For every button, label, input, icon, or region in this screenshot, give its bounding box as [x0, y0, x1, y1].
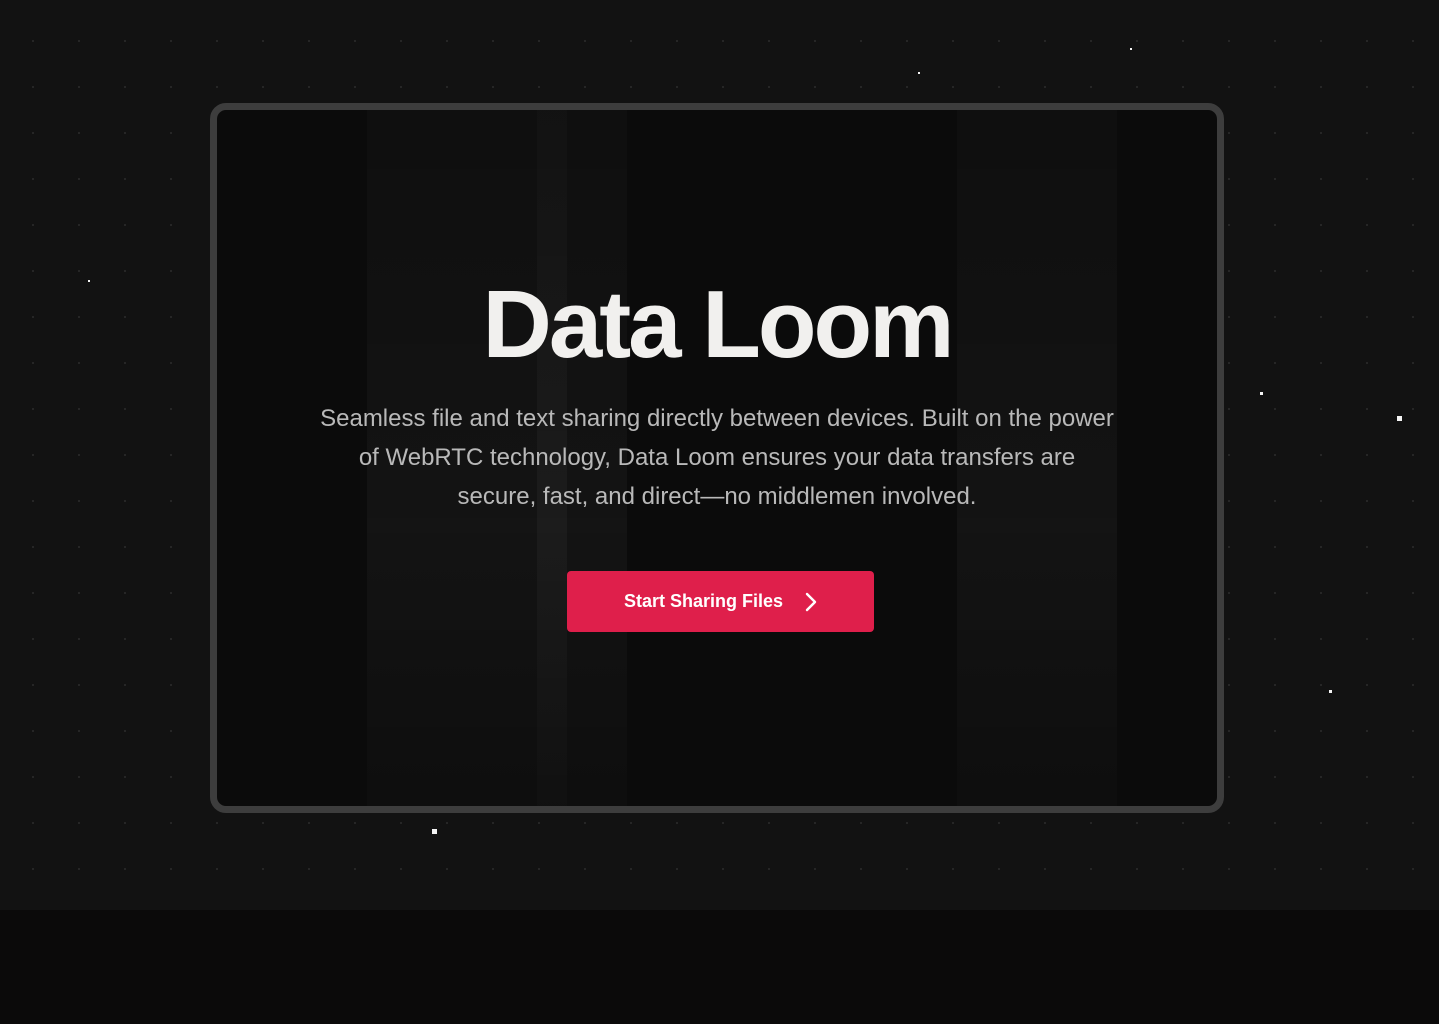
landing-page: Data Loom Seamless file and text sharing…	[0, 0, 1439, 1024]
star	[1260, 392, 1263, 395]
star	[432, 829, 437, 834]
star	[1397, 416, 1402, 421]
start-sharing-files-label: Start Sharing Files	[623, 591, 784, 611]
star	[1130, 48, 1132, 50]
hero-card: Data Loom Seamless file and text sharing…	[210, 103, 1224, 813]
hero-description: Seamless file and text sharing directly …	[320, 405, 1114, 510]
start-sharing-files-button[interactable]: Start Sharing Files	[567, 571, 874, 632]
star	[88, 280, 90, 282]
star	[918, 72, 920, 74]
hero-title: Data Loom	[482, 271, 954, 378]
footer-band	[0, 910, 1439, 1024]
star	[1329, 690, 1332, 693]
chevron-right-icon	[805, 592, 817, 612]
